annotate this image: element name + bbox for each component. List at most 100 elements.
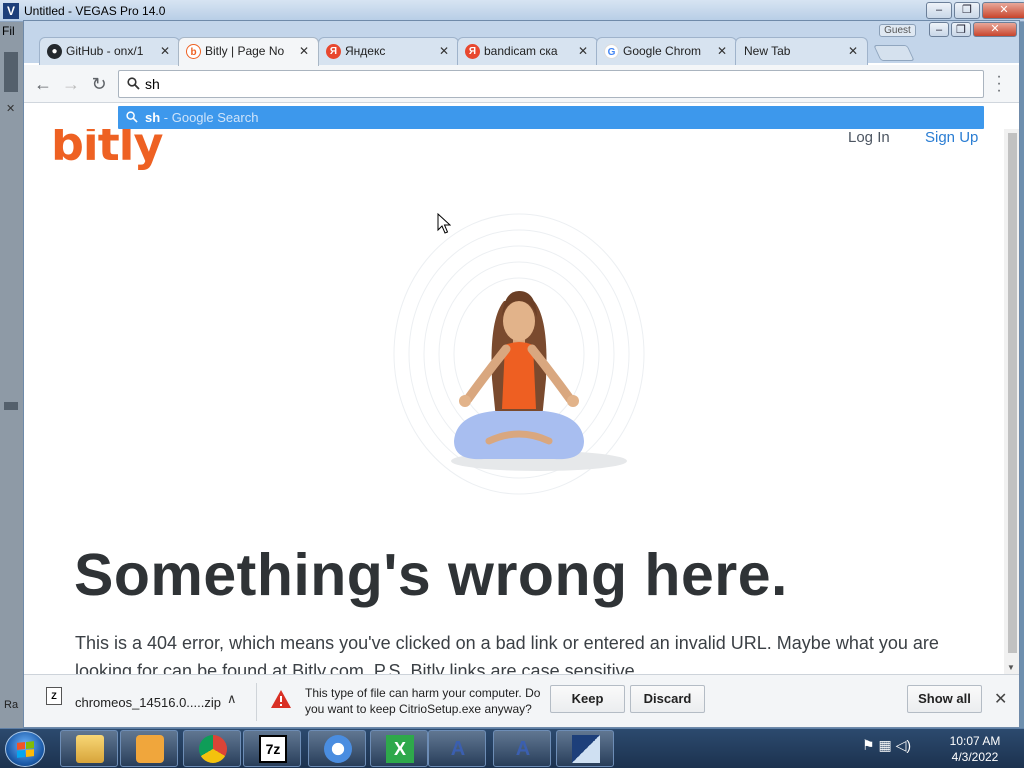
page-content: bitly Log In Sign Up Something's wrong h… bbox=[24, 129, 1004, 674]
warning-icon bbox=[271, 690, 291, 708]
google-icon: G bbox=[604, 44, 619, 59]
error-description: This is a 404 error, which means you've … bbox=[75, 633, 939, 674]
minimize-icon[interactable]: – bbox=[926, 2, 952, 19]
panel-close-icon[interactable]: ✕ bbox=[6, 102, 15, 115]
download-bar: Z chromeos_14516.0.....zip ∧ This type o… bbox=[24, 674, 1019, 727]
vegas-title-bar: V Untitled - VEGAS Pro 14.0 – ❐ ✕ bbox=[0, 0, 1024, 22]
tab-github[interactable]: ● GitHub - onx/1 ✕ bbox=[39, 37, 180, 65]
address-input[interactable] bbox=[145, 74, 965, 94]
mouse-cursor-icon bbox=[437, 213, 451, 234]
taskbar-chrome[interactable] bbox=[183, 730, 241, 767]
vegas-logo-icon: V bbox=[3, 3, 19, 19]
tab-close-icon[interactable]: ✕ bbox=[439, 38, 449, 64]
close-icon[interactable]: ✕ bbox=[994, 689, 1007, 709]
scroll-down-icon[interactable]: ▼ bbox=[1007, 663, 1015, 672]
page-scrollbar[interactable]: ▼ bbox=[1004, 129, 1019, 674]
taskbar-media-player[interactable] bbox=[120, 730, 178, 767]
omnibox-suggestion[interactable]: sh - Google Search bbox=[118, 106, 984, 129]
vegas-left-panel: ✕ Ra bbox=[0, 22, 24, 728]
yandex-icon: Я bbox=[465, 44, 480, 59]
tab-label: GitHub - onx/1 bbox=[66, 44, 144, 58]
new-tab-button[interactable] bbox=[873, 45, 915, 61]
divider bbox=[256, 683, 257, 721]
discard-button[interactable]: Discard bbox=[630, 685, 705, 713]
tab-label: bandicam ска bbox=[484, 44, 558, 58]
close-icon[interactable]: ✕ bbox=[982, 2, 1024, 19]
vegas-menu-file[interactable]: Fil bbox=[2, 24, 15, 38]
vegas-window-controls: – ❐ ✕ bbox=[926, 2, 1024, 19]
taskbar-chromium[interactable] bbox=[308, 730, 366, 767]
signup-link[interactable]: Sign Up bbox=[925, 129, 978, 146]
meditation-illustration bbox=[393, 213, 645, 495]
github-icon: ● bbox=[47, 44, 62, 59]
chevron-up-icon[interactable]: ∧ bbox=[227, 691, 237, 707]
minimize-icon[interactable]: – bbox=[929, 22, 949, 37]
flag-icon[interactable]: ⚑ bbox=[862, 737, 875, 753]
show-all-button[interactable]: Show all bbox=[907, 685, 982, 713]
tab-close-icon[interactable]: ✕ bbox=[160, 38, 170, 64]
system-tray: ⚑ ▦ ◁) bbox=[862, 737, 911, 754]
tab-label: Google Chrom bbox=[623, 44, 702, 58]
clock-time: 10:07 AM bbox=[949, 734, 1001, 748]
search-icon bbox=[126, 111, 138, 123]
taskbar-7zip[interactable]: 7z bbox=[243, 730, 301, 767]
taskbar-explorer[interactable] bbox=[60, 730, 118, 767]
app-a-icon: A bbox=[450, 738, 466, 760]
search-icon bbox=[127, 77, 140, 90]
tab-close-icon[interactable]: ✕ bbox=[578, 38, 588, 64]
app-a-icon: A bbox=[515, 738, 531, 760]
taskbar: 7z X A A ⚑ ▦ ◁) 10:07 AM 4/3/2022 bbox=[0, 728, 1024, 768]
taskbar-app-a1[interactable]: A bbox=[428, 730, 486, 767]
reload-icon[interactable]: ↻ bbox=[88, 73, 110, 95]
maximize-icon[interactable]: ❐ bbox=[954, 2, 980, 19]
download-warning-text: This type of file can harm your computer… bbox=[305, 686, 541, 716]
guest-profile-badge[interactable]: Guest bbox=[879, 24, 916, 37]
bitly-icon: b bbox=[186, 44, 201, 59]
excel-icon: X bbox=[386, 735, 414, 763]
vegas-strip bbox=[4, 402, 18, 410]
login-link[interactable]: Log In bbox=[848, 129, 890, 146]
download-file-name[interactable]: chromeos_14516.0.....zip bbox=[75, 695, 221, 710]
suggestion-separator: - bbox=[160, 110, 172, 125]
chrome-toolbar: ← → ↻ ··· bbox=[24, 65, 1019, 103]
yandex-icon: Я bbox=[326, 44, 341, 59]
folder-icon bbox=[76, 735, 104, 763]
page-headline: Something's wrong here. bbox=[74, 542, 788, 608]
taskbar-excel[interactable]: X bbox=[370, 730, 428, 767]
vegas-strip bbox=[4, 52, 18, 92]
media-player-icon bbox=[136, 735, 164, 763]
taskbar-app-a2[interactable]: A bbox=[493, 730, 551, 767]
chrome-window: Guest – ❐ ✕ ● GitHub - onx/1 ✕ b Bitly |… bbox=[23, 20, 1020, 728]
vegas-window-title: Untitled - VEGAS Pro 14.0 bbox=[24, 4, 166, 18]
volume-icon[interactable]: ◁) bbox=[896, 737, 911, 753]
back-icon[interactable]: ← bbox=[32, 73, 54, 95]
chromium-icon bbox=[324, 735, 352, 763]
tab-label: Яндекс bbox=[345, 44, 386, 58]
start-button[interactable] bbox=[5, 731, 45, 767]
tab-bandicam[interactable]: Я bandicam ска ✕ bbox=[457, 37, 598, 65]
tab-close-icon[interactable]: ✕ bbox=[299, 38, 309, 64]
chrome-menu-icon[interactable]: · · · bbox=[994, 69, 1004, 99]
vegas-side-label: Ra bbox=[4, 699, 19, 711]
close-icon[interactable]: ✕ bbox=[973, 22, 1017, 37]
omnibox[interactable] bbox=[118, 70, 984, 98]
bitly-logo[interactable]: bitly bbox=[51, 129, 163, 171]
chrome-window-controls: – ❐ ✕ bbox=[929, 22, 1017, 37]
chrome-tabstrip: Guest – ❐ ✕ ● GitHub - onx/1 ✕ b Bitly |… bbox=[24, 21, 1019, 66]
network-icon[interactable]: ▦ bbox=[878, 737, 891, 753]
keep-button[interactable]: Keep bbox=[550, 685, 625, 713]
tab-new-tab[interactable]: New Tab ✕ bbox=[735, 37, 868, 65]
scrollbar-thumb[interactable] bbox=[1008, 133, 1017, 653]
forward-icon[interactable]: → bbox=[60, 73, 82, 95]
clock[interactable]: 10:07 AM 4/3/2022 bbox=[945, 733, 1005, 765]
tab-close-icon[interactable]: ✕ bbox=[848, 38, 858, 64]
suggestion-suffix: Google Search bbox=[171, 110, 259, 125]
taskbar-vegas[interactable] bbox=[556, 730, 614, 767]
clock-date: 4/3/2022 bbox=[951, 750, 999, 764]
tab-close-icon[interactable]: ✕ bbox=[717, 38, 727, 64]
tab-yandex[interactable]: Я Яндекс ✕ bbox=[318, 37, 459, 65]
maximize-icon[interactable]: ❐ bbox=[951, 22, 971, 37]
7zip-icon: 7z bbox=[259, 735, 287, 763]
tab-bitly[interactable]: b Bitly | Page No ✕ bbox=[178, 37, 319, 66]
tab-google-chrome[interactable]: G Google Chrom ✕ bbox=[596, 37, 737, 65]
